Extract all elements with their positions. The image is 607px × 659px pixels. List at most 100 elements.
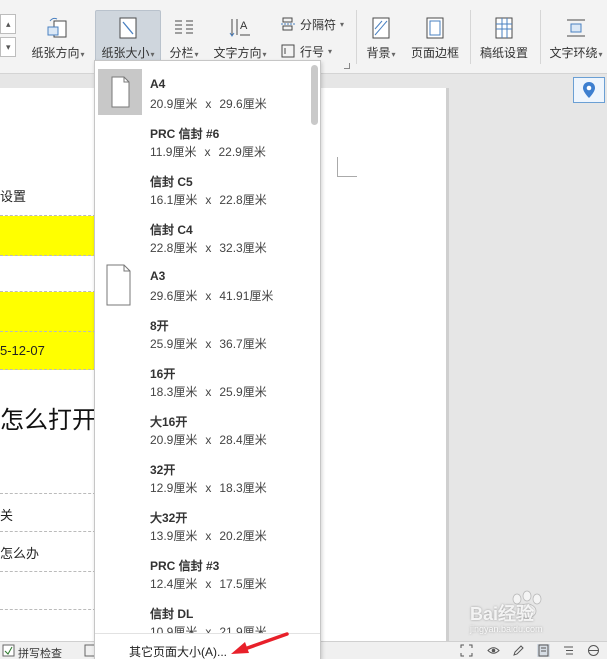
line-number-label: 行号 (300, 44, 325, 59)
dropdown-scrollbar[interactable] (311, 65, 318, 125)
dimension-separator: x (205, 289, 212, 303)
line-number-icon (281, 44, 295, 58)
check-icon (2, 644, 15, 657)
paper-size-option[interactable]: 8开 25.9厘米 x 36.7厘米 (95, 307, 309, 355)
table-row[interactable]: 5-12-07 (0, 332, 96, 370)
page-view-icon[interactable] (537, 644, 550, 657)
paper-height: 36.7厘米 (219, 337, 267, 351)
paper-size-option[interactable]: 32开 12.9厘米 x 18.3厘米 (95, 451, 309, 499)
page-setup-launcher[interactable] (344, 63, 350, 69)
dimension-separator: x (205, 385, 212, 399)
paper-size-option[interactable]: 信封 C5 16.1厘米 x 22.8厘米 (95, 163, 309, 211)
paper-size-option[interactable]: 大16开 20.9厘米 x 28.4厘米 (95, 403, 309, 451)
paper-size-option[interactable]: 信封 C4 22.8厘米 x 32.3厘米 (95, 211, 309, 259)
paper-width: 22.8厘米 (150, 241, 198, 255)
paper-size-name: 32开 (150, 463, 176, 477)
paper-size-name: PRC 信封 #6 (150, 127, 220, 141)
text-wrap-label: 文字环绕 (549, 46, 598, 60)
page-border-button[interactable]: 页面边框 (407, 10, 463, 64)
text-wrap-button[interactable]: 文字环绕▾ (545, 10, 607, 64)
paper-size-dimensions: 11.9厘米 x 22.9厘米 (150, 143, 266, 160)
paper-width: 12.4厘米 (150, 577, 198, 591)
watermark-brand: Bai经验 (470, 604, 535, 624)
table-row[interactable] (0, 216, 96, 256)
table-row[interactable]: 怎么办 (0, 532, 96, 572)
paper-size-option[interactable]: A4 20.9厘米 x 29.6厘米 (95, 67, 309, 115)
manuscript-label: 稿纸设置 (479, 46, 528, 60)
separator-button[interactable]: 分隔符 ▾ (281, 14, 344, 34)
spin-down-button[interactable]: ▾ (0, 37, 16, 57)
manuscript-settings-button[interactable]: 稿纸设置 (475, 10, 533, 64)
page-edge (446, 88, 449, 641)
paper-height: 25.9厘米 (219, 385, 267, 399)
paper-width: 16.1厘米 (150, 193, 198, 207)
margin-corner-mark (337, 157, 357, 177)
paper-size-icon (119, 17, 137, 39)
paper-size-option[interactable]: PRC 信封 #6 11.9厘米 x 22.9厘米 (95, 115, 309, 163)
text-wrap-icon (567, 19, 585, 37)
table-row[interactable]: 关 (0, 494, 96, 532)
background-button[interactable]: 背景▾ (361, 10, 401, 64)
paper-size-button[interactable]: 纸张大小▾ (95, 10, 161, 64)
paper-height: 41.91厘米 (219, 289, 274, 303)
outline-view-icon[interactable] (562, 644, 575, 657)
red-arrow-icon (231, 632, 289, 654)
option-thumbnail (98, 501, 142, 547)
columns-label: 分栏 (169, 46, 194, 60)
edit-pen-icon[interactable] (512, 644, 525, 657)
separator-label: 分隔符 (300, 17, 337, 32)
paper-size-name: 大32开 (150, 511, 188, 525)
table-cell-text: 5-12-07 (0, 343, 45, 358)
table-row[interactable] (0, 256, 96, 292)
paper-size-option[interactable]: 大32开 13.9厘米 x 20.2厘米 (95, 499, 309, 547)
option-thumbnail (98, 165, 142, 211)
background-icon (372, 17, 390, 39)
fullscreen-icon[interactable] (460, 644, 473, 657)
paper-height: 32.3厘米 (219, 241, 267, 255)
spell-check-status[interactable]: 拼写检查 (18, 645, 62, 659)
option-thumbnail (98, 453, 142, 499)
paper-width: 20.9厘米 (150, 433, 198, 447)
paper-size-option[interactable]: 16开 18.3厘米 x 25.9厘米 (95, 355, 309, 403)
columns-button[interactable]: 分栏▾ (164, 10, 204, 64)
svg-text:A: A (240, 20, 248, 32)
eye-protection-icon[interactable] (487, 644, 500, 657)
paper-height: 29.6厘米 (219, 97, 267, 111)
orientation-button[interactable]: 纸张方向▾ (27, 10, 89, 64)
option-thumbnail (98, 309, 142, 355)
paper-size-dimensions: 29.6厘米 x 41.91厘米 (150, 287, 273, 304)
paper-size-dimensions: 18.3厘米 x 25.9厘米 (150, 383, 267, 400)
text-direction-button[interactable]: A 文字方向▾ (209, 10, 271, 64)
option-thumbnail (98, 261, 142, 307)
paper-size-dimensions: 13.9厘米 x 20.2厘米 (150, 527, 267, 544)
line-number-button[interactable]: 行号 ▾ (281, 41, 332, 61)
navigation-pane-button[interactable] (573, 77, 605, 103)
background-label: 背景 (366, 46, 391, 60)
paper-size-dropdown[interactable]: A4 20.9厘米 x 29.6厘米 PRC 信封 #6 11.9厘米 x 22.9厘米信封 … (94, 60, 321, 659)
paper-size-name: 8开 (150, 319, 169, 333)
page-portrait-icon (106, 264, 131, 306)
paper-height: 22.9厘米 (218, 145, 266, 159)
paper-size-option[interactable]: PRC 信封 #3 12.4厘米 x 17.5厘米 (95, 547, 309, 595)
paper-size-option[interactable]: A3 29.6厘米 x 41.91厘米 (95, 259, 309, 307)
web-view-icon[interactable] (587, 644, 600, 657)
paper-width: 12.9厘米 (150, 481, 198, 495)
dimension-separator: x (205, 337, 212, 351)
document-page[interactable]: 设置 5-12-07 怎么打开 关 怎么办 (0, 88, 96, 641)
table-cell-text: 关 (0, 508, 14, 523)
paper-height: 17.5厘米 (219, 577, 267, 591)
table-row[interactable]: 设置 (0, 178, 96, 216)
manuscript-icon (495, 17, 513, 39)
text-direction-icon: A (229, 19, 250, 37)
dimension-separator: x (205, 193, 212, 207)
dimension-separator: x (205, 433, 212, 447)
page-border-label: 页面边框 (410, 46, 459, 60)
table-row[interactable] (0, 456, 96, 494)
table-row[interactable] (0, 572, 96, 610)
dimension-separator: x (205, 481, 212, 495)
paper-height: 22.8厘米 (219, 193, 267, 207)
table-row[interactable] (0, 292, 96, 332)
ribbon-divider (470, 10, 471, 64)
paper-size-dimensions: 20.9厘米 x 29.6厘米 (150, 95, 267, 112)
spin-up-button[interactable]: ▴ (0, 14, 16, 34)
